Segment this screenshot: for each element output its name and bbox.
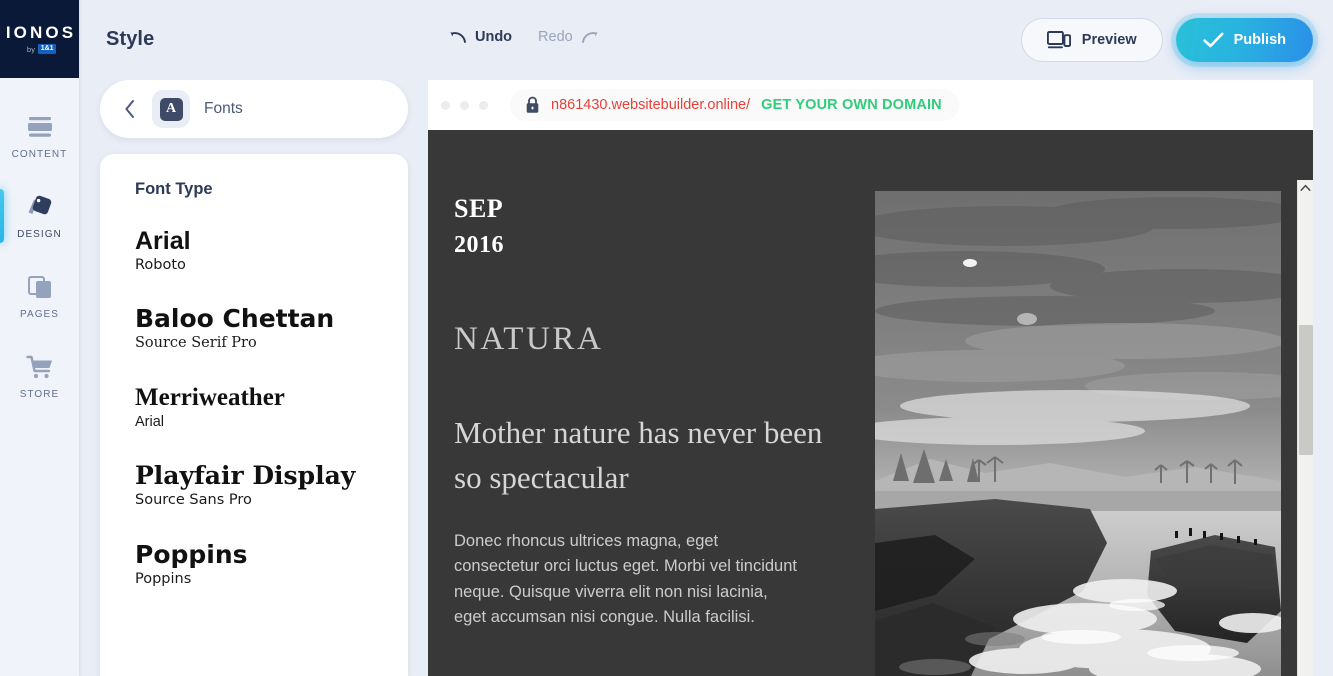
site-year: 2016 <box>454 232 504 258</box>
sidebar-item-label: DESIGN <box>17 229 62 240</box>
site-hero-photo <box>875 191 1281 676</box>
top-header: Style Undo Redo Preview Publish <box>79 0 1333 80</box>
url-text: n861430.websitebuilder.online/ <box>551 97 751 113</box>
url-field[interactable]: n861430.websitebuilder.online/ GET YOUR … <box>510 89 959 121</box>
ionos-logo: IONOS by 1&1 <box>0 0 79 78</box>
publish-button[interactable]: Publish <box>1175 18 1313 62</box>
browser-dot <box>479 100 488 110</box>
font-option-arial[interactable]: Arial Roboto <box>135 227 408 274</box>
check-icon <box>1202 32 1224 47</box>
preview-button[interactable]: Preview <box>1020 18 1163 62</box>
left-nav-rail: IONOS by 1&1 CONTENT DESIGN PAGES STORE <box>0 0 79 676</box>
redo-arrow-icon <box>581 32 598 43</box>
header-actions: Preview Publish <box>1020 18 1313 62</box>
shopping-cart-icon <box>25 355 52 379</box>
logo-byline: by 1&1 <box>23 43 57 55</box>
font-primary-name: Merriweather <box>135 383 285 411</box>
sidebar-item-design[interactable]: DESIGN <box>0 176 79 256</box>
font-primary-name: Arial <box>135 227 191 255</box>
font-option-playfair-display[interactable]: Playfair Display Source Sans Pro <box>135 462 408 509</box>
lock-icon <box>526 96 539 113</box>
undo-button[interactable]: Undo <box>449 29 512 45</box>
site-text-column: SEP 2016 NATURA Mother nature has never … <box>454 130 854 631</box>
site-preview: n861430.websitebuilder.online/ GET YOUR … <box>428 80 1313 676</box>
sidebar-item-label: PAGES <box>20 309 59 320</box>
preview-url-bar: n861430.websitebuilder.online/ GET YOUR … <box>428 80 1313 130</box>
redo-button[interactable]: Redo <box>538 29 599 45</box>
logo-wordmark: IONOS <box>5 22 77 42</box>
page-title: Style <box>106 28 155 50</box>
font-secondary-name: Source Serif Pro <box>135 335 257 352</box>
devices-icon <box>1046 31 1071 49</box>
browser-dot <box>460 100 469 110</box>
font-secondary-name: Poppins <box>135 570 192 587</box>
sidebar-item-pages[interactable]: PAGES <box>0 256 79 336</box>
fonts-panel-title: Fonts <box>204 100 243 117</box>
site-body-text: Donec rhoncus ultrices magna, eget conse… <box>454 531 797 627</box>
redo-label: Redo <box>538 29 573 45</box>
font-secondary-name: Source Sans Pro <box>135 492 252 509</box>
publish-label: Publish <box>1233 32 1286 48</box>
pages-stack-icon <box>27 276 51 298</box>
history-controls: Undo Redo <box>449 29 599 45</box>
coastal-landscape-image <box>875 191 1281 676</box>
scrollbar-thumb[interactable] <box>1299 325 1313 455</box>
font-secondary-name: Arial <box>135 413 165 430</box>
site-brand: NATURA <box>454 321 604 357</box>
design-palette-icon <box>28 195 51 215</box>
back-button[interactable] <box>118 99 142 119</box>
undo-arrow-icon <box>450 32 466 43</box>
letter-a-icon: A <box>159 97 183 121</box>
preview-scrollbar[interactable] <box>1297 180 1313 676</box>
sidebar-item-label: STORE <box>19 389 60 400</box>
browser-dot <box>441 100 450 110</box>
rendered-website: SEP 2016 NATURA Mother nature has never … <box>428 130 1313 676</box>
preview-label: Preview <box>1081 32 1137 48</box>
sidebar-item-content[interactable]: CONTENT <box>0 96 79 176</box>
font-primary-name: Poppins <box>135 539 248 569</box>
undo-label: Undo <box>475 29 513 45</box>
font-primary-name: Baloo Chettan <box>135 304 335 334</box>
website-builder-app: IONOS by 1&1 CONTENT DESIGN PAGES STORE … <box>0 0 1333 676</box>
scroll-up-arrow-icon[interactable] <box>1298 180 1313 196</box>
logo-by-label: by <box>26 44 36 54</box>
font-option-baloo-chettan[interactable]: Baloo Chettan Source Serif Pro <box>135 305 408 352</box>
rail-item-list: CONTENT DESIGN PAGES STORE <box>0 78 79 416</box>
fonts-panel-header: A Fonts <box>100 80 408 138</box>
font-option-poppins[interactable]: Poppins Poppins <box>135 539 408 588</box>
fonts-panel: A Fonts Font Type Arial Roboto Baloo Che… <box>100 80 408 676</box>
sidebar-item-label: CONTENT <box>11 149 68 160</box>
font-secondary-name: Roboto <box>135 257 186 273</box>
font-primary-name: Playfair Display <box>135 461 356 491</box>
font-option-merriweather[interactable]: Merriweather Arial <box>135 384 408 431</box>
content-lines-icon <box>27 117 52 137</box>
logo-1and1-badge: 1&1 <box>38 43 57 55</box>
sidebar-item-store[interactable]: STORE <box>0 336 79 416</box>
site-headline: Mother nature has never been so spectacu… <box>454 415 823 496</box>
site-month: SEP <box>454 194 504 223</box>
browser-dots <box>441 100 488 110</box>
font-type-card: Font Type Arial Roboto Baloo Chettan Sou… <box>100 154 408 676</box>
get-own-domain-link[interactable]: GET YOUR OWN DOMAIN <box>761 97 942 113</box>
chevron-left-icon <box>125 100 134 118</box>
font-type-heading: Font Type <box>135 180 213 198</box>
font-type-icon-chip[interactable]: A <box>152 90 190 128</box>
